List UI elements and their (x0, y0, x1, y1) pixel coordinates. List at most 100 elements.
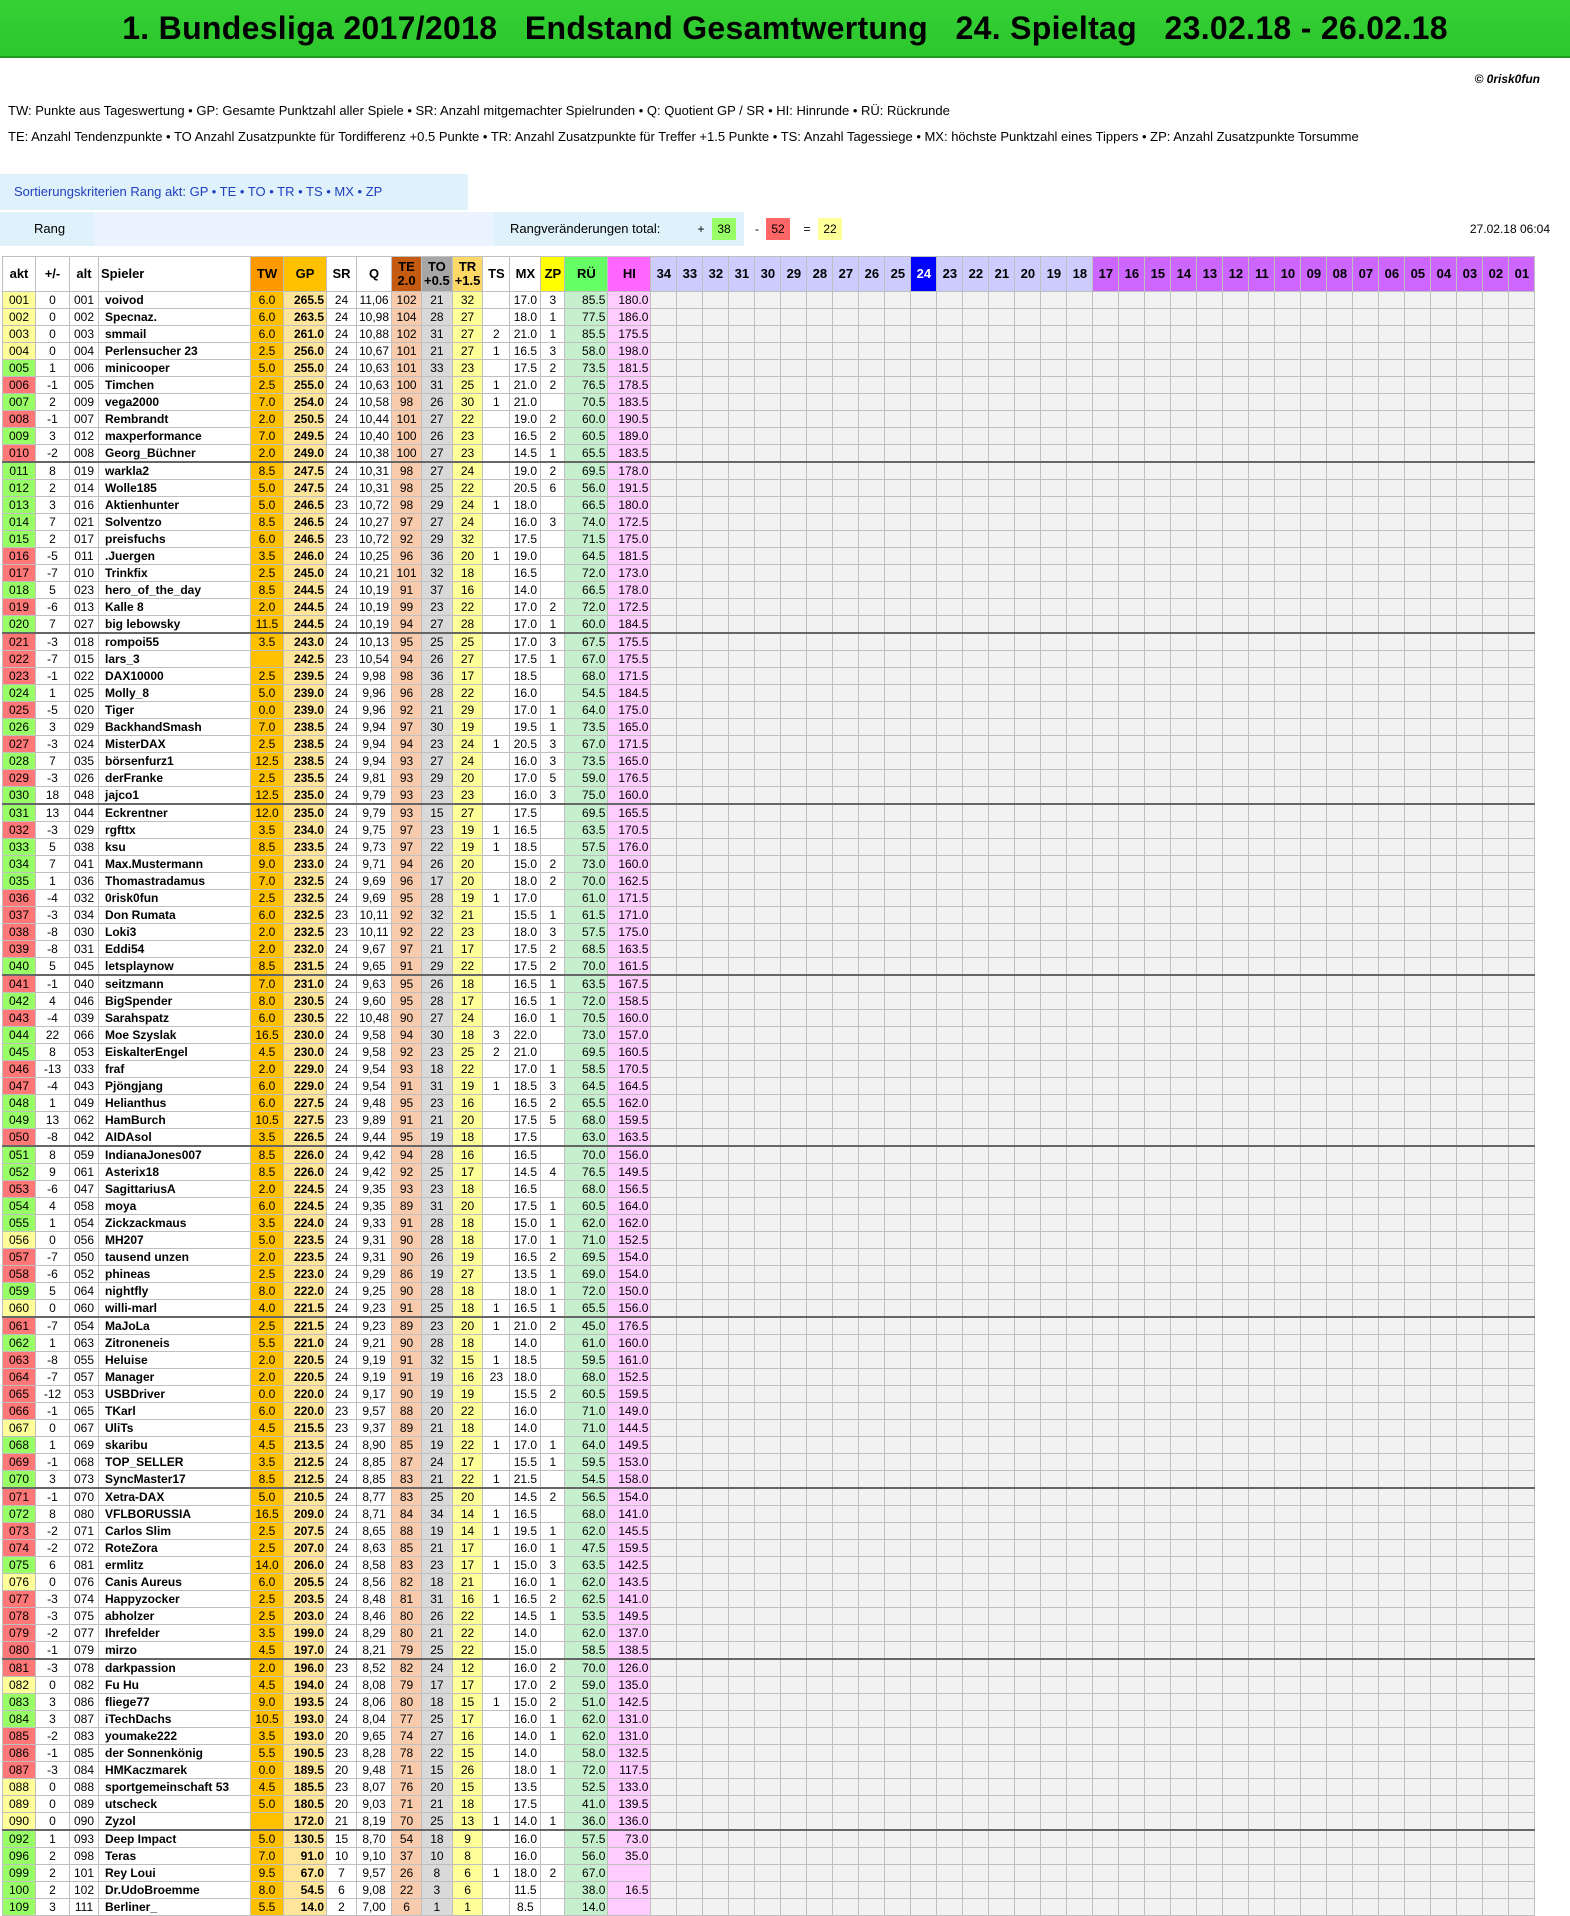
col-header-te[interactable]: TE 2.0 (391, 256, 423, 292)
matchday-header-15[interactable]: 15 (1144, 256, 1172, 292)
player-name[interactable]: Rey Loui (98, 1864, 251, 1882)
matchday-header-30[interactable]: 30 (754, 256, 782, 292)
player-name[interactable]: skaribu (98, 1436, 251, 1454)
player-name[interactable]: DAX10000 (98, 667, 251, 685)
matchday-header-20[interactable]: 20 (1014, 256, 1042, 292)
player-name[interactable]: MaJoLa (98, 1316, 251, 1335)
player-name[interactable]: willi-marl (98, 1299, 251, 1318)
player-name[interactable]: Thomastradamus (98, 872, 251, 890)
player-name[interactable]: Molly_8 (98, 684, 251, 702)
player-name[interactable]: Pjöngjang (98, 1077, 251, 1095)
player-name[interactable]: nightfly (98, 1282, 251, 1300)
player-name[interactable]: TOP_SELLER (98, 1453, 251, 1471)
player-name[interactable]: EiskalterEngel (98, 1043, 251, 1061)
player-name[interactable]: Rembrandt (98, 410, 251, 428)
player-name[interactable]: RoteZora (98, 1539, 251, 1557)
player-name[interactable]: ksu (98, 838, 251, 856)
player-name[interactable]: smmail (98, 325, 251, 343)
player-name[interactable]: BigSpender (98, 992, 251, 1010)
player-name[interactable]: Perlensucher 23 (98, 342, 251, 360)
player-name[interactable]: MisterDAX (98, 735, 251, 753)
player-name[interactable]: UliTs (98, 1419, 251, 1437)
player-name[interactable]: jajco1 (98, 786, 251, 805)
matchday-header-19[interactable]: 19 (1040, 256, 1068, 292)
player-name[interactable]: warkla2 (98, 461, 251, 480)
matchday-header-22[interactable]: 22 (962, 256, 990, 292)
col-header-to[interactable]: TO +0.5 (421, 256, 453, 292)
player-name[interactable]: Happyzocker (98, 1590, 251, 1608)
matchday-header-27[interactable]: 27 (832, 256, 860, 292)
player-name[interactable]: der Sonnenkönig (98, 1744, 251, 1762)
player-name[interactable]: rompoi55 (98, 632, 251, 651)
player-name[interactable]: Max.Mustermann (98, 855, 251, 873)
col-header-zp[interactable]: ZP (540, 256, 566, 292)
player-name[interactable]: VFLBORUSSIA (98, 1505, 251, 1523)
player-name[interactable]: Canis Aureus (98, 1573, 251, 1591)
player-name[interactable]: Aktienhunter (98, 496, 251, 514)
player-name[interactable]: IndianaJones007 (98, 1145, 251, 1164)
player-name[interactable]: Georg_Büchner (98, 444, 251, 463)
player-name[interactable]: Don Rumata (98, 906, 251, 924)
col-header-diff[interactable]: +/- (35, 256, 70, 292)
col-header-rue[interactable]: RÜ (564, 256, 609, 292)
player-name[interactable]: 0risk0fun (98, 889, 251, 907)
matchday-header-13[interactable]: 13 (1196, 256, 1224, 292)
matchday-header-11[interactable]: 11 (1248, 256, 1276, 292)
player-name[interactable]: TKarl (98, 1402, 251, 1420)
player-name[interactable]: iTechDachs (98, 1710, 251, 1728)
player-name[interactable]: Zyzol (98, 1812, 251, 1831)
player-name[interactable]: .Juergen (98, 547, 251, 565)
matchday-header-08[interactable]: 08 (1326, 256, 1354, 292)
player-name[interactable]: vega2000 (98, 393, 251, 411)
player-name[interactable]: Timchen (98, 376, 251, 394)
col-header-ts[interactable]: TS (482, 256, 511, 292)
player-name[interactable]: Solventzo (98, 513, 251, 531)
col-header-akt[interactable]: akt (2, 256, 36, 292)
player-name[interactable]: sportgemeinschaft 53 (98, 1778, 251, 1796)
matchday-header-01[interactable]: 01 (1508, 256, 1536, 292)
player-name[interactable]: AIDAsol (98, 1128, 251, 1147)
matchday-header-25[interactable]: 25 (884, 256, 912, 292)
player-name[interactable]: lars_3 (98, 650, 251, 668)
player-name[interactable]: Wolle185 (98, 479, 251, 497)
col-header-alt[interactable]: alt (69, 256, 99, 292)
player-name[interactable]: Zickzackmaus (98, 1214, 251, 1232)
matchday-header-17[interactable]: 17 (1092, 256, 1120, 292)
player-name[interactable]: HamBurch (98, 1111, 251, 1129)
player-name[interactable]: ermlitz (98, 1556, 251, 1574)
player-name[interactable]: USBDriver (98, 1385, 251, 1403)
matchday-header-09[interactable]: 09 (1300, 256, 1328, 292)
player-name[interactable]: preisfuchs (98, 530, 251, 548)
player-name[interactable]: SagittariusA (98, 1180, 251, 1198)
player-name[interactable]: fraf (98, 1060, 251, 1078)
player-name[interactable]: minicooper (98, 359, 251, 377)
matchday-header-31[interactable]: 31 (728, 256, 756, 292)
player-name[interactable]: maxperformance (98, 427, 251, 445)
player-name[interactable]: Kalle 8 (98, 598, 251, 616)
matchday-header-07[interactable]: 07 (1352, 256, 1380, 292)
player-name[interactable]: abholzer (98, 1607, 251, 1625)
col-header-q[interactable]: Q (355, 256, 393, 292)
matchday-header-33[interactable]: 33 (676, 256, 704, 292)
player-name[interactable]: Dr.UdoBroemme (98, 1881, 251, 1899)
player-name[interactable]: rgfttx (98, 821, 251, 839)
player-name[interactable]: börsenfurz1 (98, 752, 251, 770)
player-name[interactable]: HMKaczmarek (98, 1761, 251, 1779)
player-name[interactable]: Moe Szyslak (98, 1026, 251, 1044)
player-name[interactable]: Specnaz. (98, 308, 251, 326)
player-name[interactable]: seitzmann (98, 974, 251, 993)
player-name[interactable]: MH207 (98, 1231, 251, 1249)
player-name[interactable]: Carlos Slim (98, 1522, 251, 1540)
col-header-gp[interactable]: GP (283, 256, 327, 292)
matchday-header-34[interactable]: 34 (650, 256, 678, 292)
player-name[interactable]: letsplaynow (98, 957, 251, 976)
player-name[interactable]: fliege77 (98, 1693, 251, 1711)
matchday-header-21[interactable]: 21 (988, 256, 1016, 292)
player-name[interactable]: Heluise (98, 1351, 251, 1369)
matchday-header-03[interactable]: 03 (1456, 256, 1484, 292)
col-header-mx[interactable]: MX (509, 256, 542, 292)
col-header-player[interactable]: Spieler (98, 256, 251, 292)
player-name[interactable]: utscheck (98, 1795, 251, 1813)
player-name[interactable]: Manager (98, 1368, 251, 1386)
matchday-header-26[interactable]: 26 (858, 256, 886, 292)
